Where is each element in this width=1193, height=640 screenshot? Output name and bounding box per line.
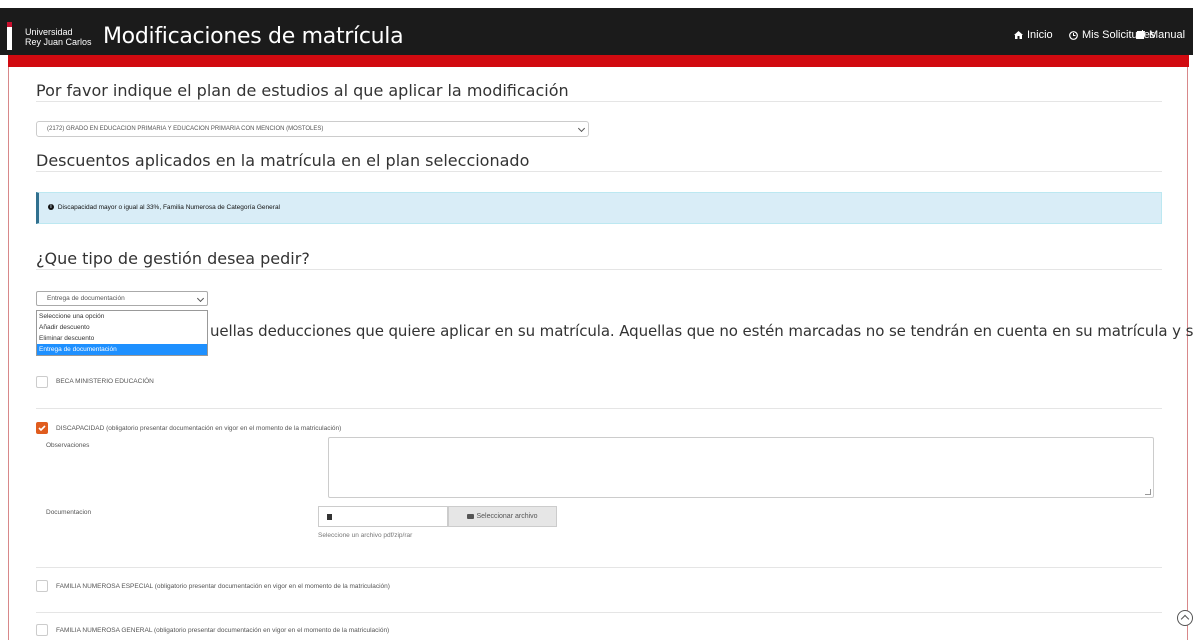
file-icon — [327, 514, 332, 520]
gestion-type-value: Entrega de documentación — [47, 295, 125, 302]
nav-inicio-label: Inicio — [1027, 29, 1053, 41]
folder-icon — [467, 513, 475, 519]
select-file-label: Seleccionar archivo — [476, 513, 538, 520]
file-name-field[interactable] — [318, 506, 448, 527]
select-file-button[interactable]: Seleccionar archivo — [448, 506, 557, 527]
plan-select[interactable]: (2172) GRADO EN EDUCACION PRIMARIA Y EDU… — [36, 121, 589, 137]
scroll-to-top-icon[interactable] — [1177, 610, 1193, 626]
resize-handle-icon[interactable] — [1145, 489, 1151, 495]
gestion-type-dropdown: Seleccione una opción Añadir descuento E… — [36, 310, 208, 356]
checkbox-label: BECA MINISTERIO EDUCACIÓN — [56, 378, 154, 385]
divider — [36, 408, 1162, 409]
solicitudes-icon — [1069, 30, 1078, 40]
gestion-type-select[interactable]: Entrega de documentación — [36, 291, 208, 306]
info-icon: i — [48, 204, 54, 211]
documentacion-label: Documentacion — [46, 509, 92, 516]
plan-heading: Por favor indique el plan de estudios al… — [36, 81, 569, 100]
university-logo[interactable]: Universidad Rey Juan Carlos — [25, 27, 92, 47]
dropdown-option-selected[interactable]: Entrega de documentación — [37, 344, 207, 355]
observaciones-textarea[interactable] — [328, 437, 1154, 498]
checkbox-beca-ministerio[interactable] — [36, 376, 48, 388]
checkbox-label: FAMILIA NUMEROSA GENERAL (obligatorio pr… — [56, 627, 390, 634]
home-icon — [1014, 31, 1023, 39]
file-help-text: Seleccione un archivo pdf/zip/rar — [318, 532, 413, 539]
deductions-instructions: uellas deducciones que quiere aplicar en… — [210, 322, 1193, 340]
divider — [36, 269, 1162, 270]
check-icon — [38, 425, 46, 432]
divider — [36, 612, 1162, 613]
nav-manual-label: Manual — [1149, 29, 1186, 41]
logo-line2: Rey Juan Carlos — [25, 37, 92, 47]
checkbox-familia-numerosa-general[interactable] — [36, 624, 48, 636]
discounts-info-text: Discapacidad mayor o igual al 33%, Famil… — [57, 204, 281, 211]
divider — [36, 101, 1162, 102]
dropdown-option[interactable]: Seleccione una opción — [37, 311, 207, 322]
book-icon — [1136, 31, 1145, 39]
divider — [36, 567, 1162, 568]
logo-line1: Universidad — [25, 27, 73, 37]
content-frame-right — [1187, 67, 1188, 640]
discounts-heading: Descuentos aplicados en la matrícula en … — [36, 151, 530, 170]
discounts-info-alert: i Discapacidad mayor o igual al 33%, Fam… — [36, 192, 1162, 224]
chevron-down-icon — [577, 124, 586, 133]
dropdown-option[interactable]: Eliminar descuento — [37, 333, 207, 344]
university-logo-icon — [7, 22, 12, 50]
checkbox-discapacidad[interactable] — [36, 422, 48, 434]
checkbox-label: FAMILIA NUMEROSA ESPECIAL (obligatorio p… — [56, 583, 390, 590]
nav-inicio[interactable]: Inicio — [1014, 29, 1053, 41]
dropdown-option[interactable]: Añadir descuento — [37, 322, 207, 333]
plan-select-value: (2172) GRADO EN EDUCACION PRIMARIA Y EDU… — [47, 126, 324, 132]
content-frame-left — [8, 67, 9, 640]
divider — [36, 171, 1162, 172]
checkbox-familia-numerosa-especial[interactable] — [36, 580, 48, 592]
observaciones-label: Observaciones — [46, 442, 90, 449]
top-navbar: Universidad Rey Juan Carlos Modificacion… — [0, 8, 1193, 55]
chevron-down-icon — [196, 294, 205, 303]
gestion-heading: ¿Que tipo de gestión desea pedir? — [36, 249, 310, 268]
nav-manual[interactable]: Manual — [1136, 29, 1185, 41]
accent-bar — [8, 55, 1189, 67]
checkbox-label: DISCAPACIDAD (obligatorio presentar docu… — [56, 425, 342, 432]
page-title: Modificaciones de matrícula — [103, 24, 404, 49]
